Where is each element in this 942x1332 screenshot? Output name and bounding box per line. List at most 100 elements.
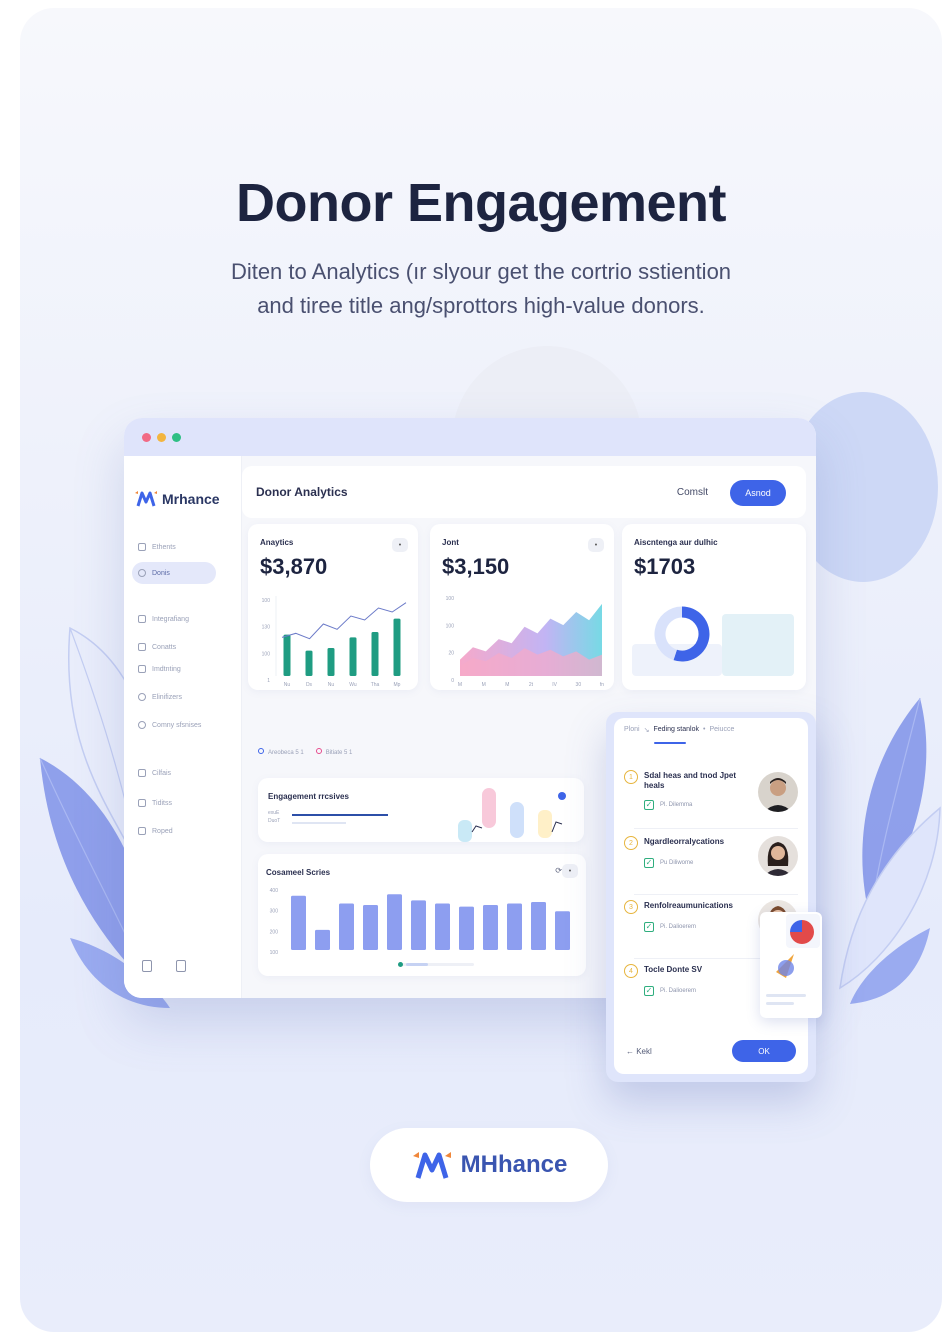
bar	[339, 903, 354, 950]
sidebar-item-integrafiang[interactable]: Integrafiang	[132, 608, 216, 630]
sidebar-item-cilfais[interactable]: Cilfais	[132, 762, 216, 784]
tab-peiucce[interactable]: Peiucce	[709, 726, 734, 734]
sidebar-item-imdtnting[interactable]: Imdtnting	[132, 658, 216, 680]
x-tick-label: 30	[576, 682, 582, 688]
engagement-progress-bar	[292, 814, 388, 816]
active-tab-indicator	[654, 742, 686, 744]
window-titlebar	[124, 418, 816, 456]
bar	[349, 637, 357, 676]
sidebar-item-tiditss[interactable]: Tiditss	[132, 792, 216, 814]
x-tick-label: Nu	[328, 682, 335, 688]
bar	[305, 650, 313, 676]
ok-button[interactable]: OK	[732, 1040, 796, 1062]
bar	[371, 632, 379, 676]
tab-ploni[interactable]: Ploni	[624, 726, 640, 734]
sidebar-item-ethents[interactable]: Ethents	[132, 536, 216, 558]
sidebar-item-elinifizers[interactable]: Elinifizers	[132, 686, 216, 708]
maximize-dot[interactable]	[172, 432, 181, 442]
chart-legend: Areobeca 5 1 Bitiate 5 1	[258, 748, 352, 756]
x-tick-label: Ds	[306, 682, 313, 688]
carousel-dot-active[interactable]	[398, 962, 403, 967]
y-tick-label: 100	[446, 623, 455, 629]
engagement-progress-track	[292, 822, 346, 824]
task-number: 2	[624, 836, 638, 850]
sidebar-item-conatts[interactable]: Conatts	[132, 636, 216, 658]
engagement-line-2: DuoT	[268, 818, 281, 824]
bar	[363, 905, 378, 950]
checkbox-checked-icon[interactable]: ✓	[644, 858, 654, 868]
carousel-indicator	[406, 963, 428, 966]
bar	[411, 900, 426, 950]
sidebar-footer	[142, 960, 186, 972]
sidebar-item-label: Comny sfsnises	[152, 721, 202, 729]
bar	[393, 618, 401, 676]
hero-subtitle: Diten to Analytics (ır slyour get the co…	[200, 255, 762, 323]
tab-feding-stanlok[interactable]: Feding stanlok	[653, 726, 699, 734]
bar	[327, 648, 335, 676]
sidebar-item-label: Imdtnting	[152, 665, 181, 673]
chat-icon	[138, 665, 146, 673]
consumed-bar-chart: 400 300 200 100	[270, 888, 570, 956]
task-number: 1	[624, 770, 638, 784]
bar	[531, 901, 546, 950]
gear-icon	[138, 721, 146, 729]
close-dot[interactable]	[142, 432, 151, 442]
box-icon	[138, 827, 146, 835]
legend-item[interactable]: Bitiate 5 1	[315, 748, 352, 756]
task-divider	[634, 894, 798, 895]
task-assignee: Pu Diliwome	[660, 860, 694, 866]
phone-icon[interactable]	[142, 960, 152, 972]
checkbox-checked-icon[interactable]: ✓	[644, 800, 654, 810]
tab-separator: ↘	[643, 727, 650, 734]
minimize-dot[interactable]	[157, 432, 166, 442]
sidebar-item-label: Conatts	[152, 643, 177, 651]
task-panel-inner: Ploni ↘ Feding stanlok • Peiucce 1 Sdal …	[614, 718, 808, 1074]
list-icon	[138, 769, 146, 777]
engagement-mini-chart	[458, 788, 566, 842]
checkbox-checked-icon[interactable]: ✓	[644, 986, 654, 996]
bar-line-chart: 100 130 100 1 Nu Ds Nu Wu Tha Mp	[262, 596, 407, 688]
x-tick-label: IV	[552, 682, 557, 688]
sidebar-item-donis[interactable]: Donis	[132, 562, 216, 584]
checkbox-checked-icon[interactable]: ✓	[644, 922, 654, 932]
x-tick-label: Nu	[284, 682, 291, 688]
task-assignee: Pi. Dalioerem	[660, 924, 697, 930]
sidebar-item-label: Donis	[152, 569, 170, 577]
sidebar-item-comny-sfsnises[interactable]: Comny sfsnises	[132, 714, 216, 736]
kpi-card-jont: Jont $3,150 • 100 100 20 0 M M M 2t IV 30 fn	[430, 524, 614, 690]
lock-icon[interactable]	[176, 960, 186, 972]
x-tick-label: fn	[600, 682, 604, 688]
task-title: Sdal heas and tnod Jpet heals	[644, 771, 737, 790]
clock-icon	[138, 569, 146, 577]
y-tick-label: 20	[448, 651, 454, 657]
sidebar-item-roped[interactable]: Roped	[132, 820, 216, 842]
sidebar-item-label: Integrafiang	[152, 615, 189, 623]
task-item[interactable]: 1 Sdal heas and tnod Jpet heals ✓ Pl. Di…	[624, 770, 800, 826]
shield-icon	[138, 543, 146, 551]
legend-item[interactable]: Areobeca 5 1	[258, 748, 304, 756]
y-tick-label: 100	[262, 598, 271, 604]
person-avatar-icon	[758, 836, 798, 876]
y-tick-label: 0	[451, 678, 454, 684]
mail-icon	[138, 643, 146, 651]
kpi-card-audience: Aiscntenga aur dulhic $1703	[622, 524, 806, 690]
x-tick-label: 2t	[529, 682, 534, 688]
back-link[interactable]: ← Kekl	[626, 1047, 652, 1056]
x-tick-label: M	[505, 682, 509, 688]
x-tick-label: Mp	[394, 682, 401, 688]
hero-subtitle-line-2: and tiree title ang/sprottors high-value…	[257, 293, 705, 318]
footer-brand-pill[interactable]: MHhance	[370, 1128, 608, 1202]
primary-action-button[interactable]: Asnod	[730, 480, 786, 506]
carousel-track	[398, 962, 474, 967]
consult-link[interactable]: Comslt	[677, 487, 708, 498]
engagement-title: Engagement rrcsives	[268, 792, 349, 801]
task-item[interactable]: 2 Ngardleorralycations ✓ Pu Diliwome	[624, 836, 800, 892]
task-number: 4	[624, 964, 638, 978]
avatar	[758, 836, 798, 876]
pie-widget-icon	[766, 914, 820, 1005]
y-tick-label: 200	[270, 929, 279, 935]
legend-dot-icon	[315, 748, 322, 754]
legend-label: Areobeca 5 1	[268, 750, 304, 756]
sidebar-brand[interactable]: Mrhance	[134, 490, 220, 508]
trash-icon	[138, 799, 146, 807]
